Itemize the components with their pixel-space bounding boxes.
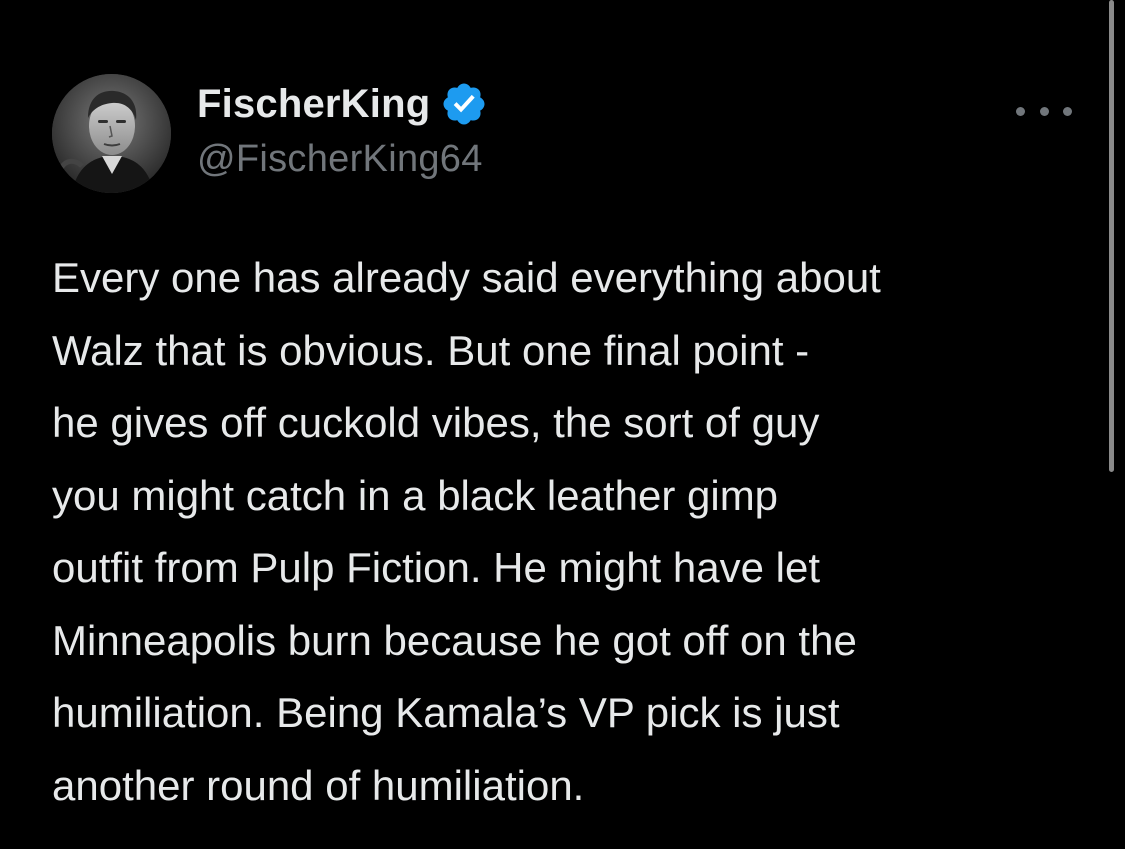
author-display-name[interactable]: FischerKing: [197, 82, 430, 127]
more-horizontal-icon-dot-2: [1039, 106, 1049, 116]
author-handle[interactable]: @FischerKing64: [197, 138, 488, 181]
author-avatar[interactable]: [52, 74, 171, 193]
author-info: FischerKing @FischerKing64: [197, 78, 488, 181]
name-row: FischerKing: [197, 78, 488, 130]
more-options-button[interactable]: [1016, 95, 1072, 127]
more-horizontal-icon-dot-1: [1016, 106, 1025, 116]
tweet-card: FischerKing @FischerKing64 Every one has…: [0, 0, 1125, 849]
scrollbar-thumb[interactable]: [1109, 0, 1114, 472]
tweet-text: Every one has already said everything ab…: [52, 254, 881, 809]
more-horizontal-icon-dot-3: [1063, 106, 1072, 116]
verified-badge-icon[interactable]: [440, 80, 488, 128]
avatar-photo-icon: [52, 74, 171, 193]
